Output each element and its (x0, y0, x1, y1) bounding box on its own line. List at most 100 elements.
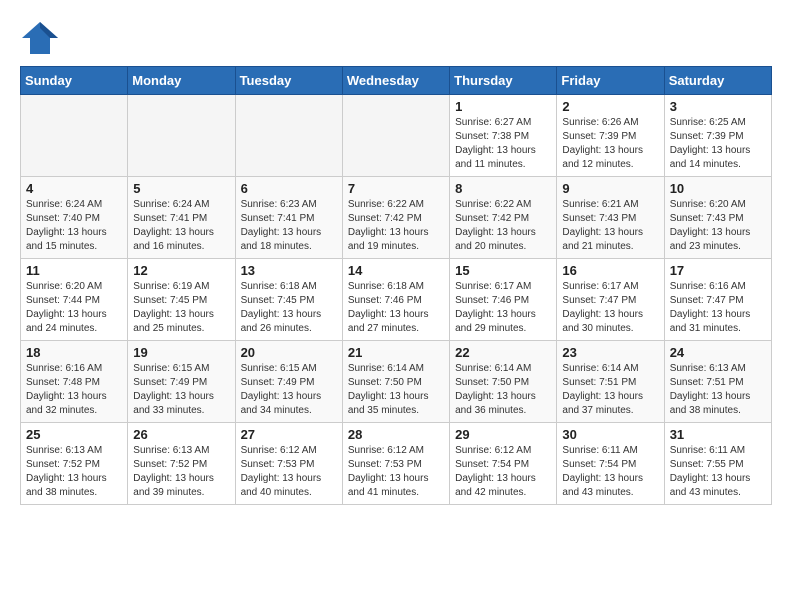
calendar-week-row: 18 Sunrise: 6:16 AM Sunset: 7:48 PM Dayli… (21, 341, 772, 423)
day-info: Sunrise: 6:16 AM Sunset: 7:48 PM Dayligh… (26, 362, 122, 418)
day-info: Sunrise: 6:23 AM Sunset: 7:41 PM Dayligh… (241, 198, 337, 254)
day-number: 12 (133, 263, 229, 278)
calendar-day-cell: 15Sunrise: 6:17 AM Sunset: 7:46 PM Dayli… (450, 259, 557, 341)
day-info: Sunrise: 6:22 AM Sunset: 7:42 PM Dayligh… (455, 198, 551, 254)
calendar-day-cell: 28 Sunrise: 6:12 AM Sunset: 7:53 PM Dayli… (342, 423, 449, 505)
day-info: Sunrise: 6:12 AM Sunset: 7:53 PM Dayligh… (241, 444, 337, 500)
day-number: 21 (348, 345, 444, 360)
day-info: Sunrise: 6:19 AM Sunset: 7:45 PM Dayligh… (133, 280, 229, 336)
calendar-day-cell: 24 Sunrise: 6:13 AM Sunset: 7:51 PM Dayli… (664, 341, 771, 423)
day-number: 20 (241, 345, 337, 360)
logo (20, 20, 66, 56)
day-info: Sunrise: 6:24 AM Sunset: 7:41 PM Dayligh… (133, 198, 229, 254)
calendar-day-cell: 17Sunrise: 6:16 AM Sunset: 7:47 PM Dayli… (664, 259, 771, 341)
day-number: 4 (26, 181, 122, 196)
calendar-day-cell: 4Sunrise: 6:24 AM Sunset: 7:40 PM Daylig… (21, 177, 128, 259)
day-number: 3 (670, 99, 766, 114)
calendar-day-cell: 31 Sunrise: 6:11 AM Sunset: 7:55 PM Dayli… (664, 423, 771, 505)
day-number: 18 (26, 345, 122, 360)
calendar-day-cell: 23 Sunrise: 6:14 AM Sunset: 7:51 PM Dayli… (557, 341, 664, 423)
weekday-header: Sunday (21, 67, 128, 95)
calendar-day-cell: 11Sunrise: 6:20 AM Sunset: 7:44 PM Dayli… (21, 259, 128, 341)
day-number: 6 (241, 181, 337, 196)
day-info: Sunrise: 6:18 AM Sunset: 7:45 PM Dayligh… (241, 280, 337, 336)
day-number: 29 (455, 427, 551, 442)
header (20, 20, 772, 56)
weekday-header: Monday (128, 67, 235, 95)
weekday-header: Thursday (450, 67, 557, 95)
day-number: 8 (455, 181, 551, 196)
calendar-day-cell: 12 Sunrise: 6:19 AM Sunset: 7:45 PM Dayli… (128, 259, 235, 341)
calendar-day-cell: 3 Sunrise: 6:25 AM Sunset: 7:39 PM Daylig… (664, 95, 771, 177)
day-number: 27 (241, 427, 337, 442)
day-number: 24 (670, 345, 766, 360)
weekday-header: Saturday (664, 67, 771, 95)
day-number: 15 (455, 263, 551, 278)
calendar-day-cell (342, 95, 449, 177)
calendar-day-cell: 7 Sunrise: 6:22 AM Sunset: 7:42 PM Daylig… (342, 177, 449, 259)
calendar-day-cell: 10 Sunrise: 6:20 AM Sunset: 7:43 PM Dayli… (664, 177, 771, 259)
day-number: 26 (133, 427, 229, 442)
day-info: Sunrise: 6:25 AM Sunset: 7:39 PM Dayligh… (670, 116, 766, 172)
calendar-week-row: 1 Sunrise: 6:27 AM Sunset: 7:38 PM Daylig… (21, 95, 772, 177)
day-info: Sunrise: 6:12 AM Sunset: 7:53 PM Dayligh… (348, 444, 444, 500)
calendar-day-cell: 5 Sunrise: 6:24 AM Sunset: 7:41 PM Daylig… (128, 177, 235, 259)
day-info: Sunrise: 6:22 AM Sunset: 7:42 PM Dayligh… (348, 198, 444, 254)
logo-icon (20, 20, 60, 56)
calendar-day-cell: 19 Sunrise: 6:15 AM Sunset: 7:49 PM Dayli… (128, 341, 235, 423)
calendar-day-cell: 22 Sunrise: 6:14 AM Sunset: 7:50 PM Dayli… (450, 341, 557, 423)
day-number: 7 (348, 181, 444, 196)
calendar-header-row: SundayMondayTuesdayWednesdayThursdayFrid… (21, 67, 772, 95)
day-info: Sunrise: 6:27 AM Sunset: 7:38 PM Dayligh… (455, 116, 551, 172)
calendar-day-cell: 9 Sunrise: 6:21 AM Sunset: 7:43 PM Daylig… (557, 177, 664, 259)
day-number: 25 (26, 427, 122, 442)
weekday-header: Wednesday (342, 67, 449, 95)
calendar-day-cell: 14Sunrise: 6:18 AM Sunset: 7:46 PM Dayli… (342, 259, 449, 341)
day-number: 22 (455, 345, 551, 360)
day-number: 2 (562, 99, 658, 114)
day-number: 19 (133, 345, 229, 360)
calendar-day-cell: 30Sunrise: 6:11 AM Sunset: 7:54 PM Dayli… (557, 423, 664, 505)
calendar-day-cell: 2 Sunrise: 6:26 AM Sunset: 7:39 PM Daylig… (557, 95, 664, 177)
calendar-day-cell: 1 Sunrise: 6:27 AM Sunset: 7:38 PM Daylig… (450, 95, 557, 177)
day-info: Sunrise: 6:18 AM Sunset: 7:46 PM Dayligh… (348, 280, 444, 336)
day-info: Sunrise: 6:13 AM Sunset: 7:51 PM Dayligh… (670, 362, 766, 418)
calendar-week-row: 4Sunrise: 6:24 AM Sunset: 7:40 PM Daylig… (21, 177, 772, 259)
day-number: 31 (670, 427, 766, 442)
calendar-day-cell: 21Sunrise: 6:14 AM Sunset: 7:50 PM Dayli… (342, 341, 449, 423)
day-number: 28 (348, 427, 444, 442)
day-number: 23 (562, 345, 658, 360)
day-info: Sunrise: 6:14 AM Sunset: 7:50 PM Dayligh… (455, 362, 551, 418)
calendar-day-cell: 20Sunrise: 6:15 AM Sunset: 7:49 PM Dayli… (235, 341, 342, 423)
day-number: 1 (455, 99, 551, 114)
calendar-week-row: 11Sunrise: 6:20 AM Sunset: 7:44 PM Dayli… (21, 259, 772, 341)
day-number: 17 (670, 263, 766, 278)
calendar-day-cell: 27 Sunrise: 6:12 AM Sunset: 7:53 PM Dayli… (235, 423, 342, 505)
day-number: 9 (562, 181, 658, 196)
day-number: 10 (670, 181, 766, 196)
calendar-day-cell: 29 Sunrise: 6:12 AM Sunset: 7:54 PM Dayli… (450, 423, 557, 505)
day-info: Sunrise: 6:15 AM Sunset: 7:49 PM Dayligh… (133, 362, 229, 418)
page: SundayMondayTuesdayWednesdayThursdayFrid… (0, 0, 792, 515)
calendar-day-cell: 13 Sunrise: 6:18 AM Sunset: 7:45 PM Dayli… (235, 259, 342, 341)
day-info: Sunrise: 6:20 AM Sunset: 7:43 PM Dayligh… (670, 198, 766, 254)
day-number: 30 (562, 427, 658, 442)
calendar-day-cell (21, 95, 128, 177)
calendar-week-row: 25 Sunrise: 6:13 AM Sunset: 7:52 PM Dayli… (21, 423, 772, 505)
day-info: Sunrise: 6:13 AM Sunset: 7:52 PM Dayligh… (26, 444, 122, 500)
calendar-day-cell: 26Sunrise: 6:13 AM Sunset: 7:52 PM Dayli… (128, 423, 235, 505)
calendar-day-cell: 6 Sunrise: 6:23 AM Sunset: 7:41 PM Daylig… (235, 177, 342, 259)
day-info: Sunrise: 6:20 AM Sunset: 7:44 PM Dayligh… (26, 280, 122, 336)
day-info: Sunrise: 6:11 AM Sunset: 7:55 PM Dayligh… (670, 444, 766, 500)
day-info: Sunrise: 6:12 AM Sunset: 7:54 PM Dayligh… (455, 444, 551, 500)
calendar-day-cell: 18 Sunrise: 6:16 AM Sunset: 7:48 PM Dayli… (21, 341, 128, 423)
day-number: 5 (133, 181, 229, 196)
day-info: Sunrise: 6:14 AM Sunset: 7:51 PM Dayligh… (562, 362, 658, 418)
day-info: Sunrise: 6:21 AM Sunset: 7:43 PM Dayligh… (562, 198, 658, 254)
weekday-header: Tuesday (235, 67, 342, 95)
day-info: Sunrise: 6:26 AM Sunset: 7:39 PM Dayligh… (562, 116, 658, 172)
day-number: 13 (241, 263, 337, 278)
calendar-day-cell: 16Sunrise: 6:17 AM Sunset: 7:47 PM Dayli… (557, 259, 664, 341)
day-number: 16 (562, 263, 658, 278)
calendar-day-cell (128, 95, 235, 177)
